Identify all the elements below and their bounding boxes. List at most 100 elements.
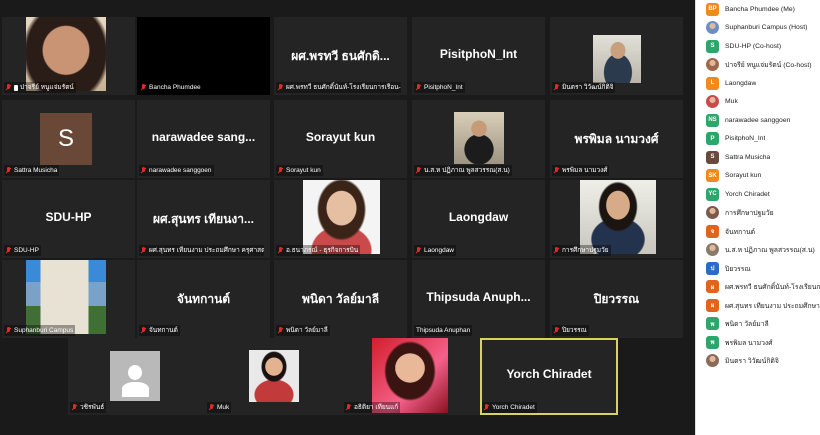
- tile-name-label: พนิดา วัลย์มาลี: [276, 325, 330, 336]
- video-tile[interactable]: จันทกานต์ จันทกานต์: [137, 260, 270, 338]
- tile-name-text: Laongdaw: [424, 247, 454, 254]
- participant-avatar: ป: [706, 261, 719, 275]
- video-tile[interactable]: Bancha Phumdee: [137, 17, 270, 95]
- mic-muted-icon: [554, 84, 559, 91]
- participant-row[interactable]: BP Bancha Phumdee (Me): [696, 0, 820, 19]
- participant-row[interactable]: YC Yorch Chiradet: [696, 185, 820, 204]
- tile-display-name: Sorayut kun: [305, 129, 376, 144]
- tile-name-label: ปาจรีย์ หนูแจ่มรัตน์: [4, 82, 76, 93]
- video-tile[interactable]: Laongdaw Laongdaw: [412, 180, 545, 258]
- participant-row[interactable]: น.ส.ห ปฏิภาณ พูลสวรรณ(ส.น): [696, 241, 820, 260]
- participant-name: Laongdaw: [725, 79, 757, 87]
- video-tile[interactable]: อ.ธนาภรณ์ - ธุรกิจการบิน: [274, 180, 407, 258]
- participant-row[interactable]: จ จันทกานต์: [696, 222, 820, 241]
- video-tile[interactable]: Sorayut kun Sorayut kun: [274, 100, 407, 178]
- tile-name-label: Bancha Phumdee: [139, 82, 203, 93]
- participant-row[interactable]: พ พรพิมล นามวงศ์: [696, 333, 820, 352]
- participant-name: พนิดา วัลย์มาลี: [725, 321, 769, 329]
- tile-name-label: วชิรพันธ์: [70, 402, 107, 413]
- mic-muted-icon: [346, 404, 351, 411]
- video-tile[interactable]: S Sattra Musicha: [2, 100, 135, 178]
- mic-muted-icon: [484, 404, 489, 411]
- tile-display-name: ผศ.สุนทร เทียนงา...: [152, 211, 255, 226]
- participant-row[interactable]: มินตรา วิวัฒน์กิติจิ: [696, 352, 820, 371]
- mic-muted-icon: [6, 327, 11, 334]
- video-tile[interactable]: วชิรพันธ์: [68, 338, 206, 415]
- participant-row[interactable]: ปาจรีย์ หนูแจ่มรัตน์ (Co-host): [696, 56, 820, 75]
- tile-name-label: Suphanburi Campus: [4, 325, 76, 336]
- tile-name-text: Suphanburi Campus: [14, 327, 74, 334]
- mic-muted-icon: [554, 247, 559, 254]
- video-tile[interactable]: มินตรา วิวัฒน์กิติจิ: [550, 17, 683, 95]
- participant-row[interactable]: ผ ผศ.สุนทร เทียนงาม ประถมศึกษา ครุ: [696, 296, 820, 315]
- tile-name-label: ผศ.พรทวี ธนศักดิ์นันท์-โรงเรียนการเรือน-…: [276, 82, 402, 93]
- participant-avatar: S: [706, 39, 719, 53]
- participant-avatar: [706, 206, 719, 220]
- tile-name-label: Thipsuda Anuphan: [414, 325, 473, 336]
- tile-name-text: น.ส.ห ปฏิภาณ พูลสวรรณ(ส.น): [424, 167, 510, 174]
- mic-muted-icon: [416, 247, 421, 254]
- video-tile[interactable]: พนิดา วัลย์มาลี พนิดา วัลย์มาลี: [274, 260, 407, 338]
- participant-avatar: L: [706, 76, 719, 90]
- participant-avatar: NS: [706, 113, 719, 127]
- tile-name-label: ผศ.สุนทร เทียนงาม ประถมศึกษา ครุศาสตร์: [139, 245, 265, 256]
- participant-avatar: S: [706, 150, 719, 164]
- participant-name: Bancha Phumdee (Me): [725, 5, 795, 13]
- participant-row[interactable]: Suphanburi Campus (Host): [696, 19, 820, 38]
- video-tile[interactable]: SDU-HP SDU-HP: [2, 180, 135, 258]
- tile-display-name: ผศ.พรทวี ธนศักดิ...: [291, 48, 390, 63]
- tile-name-text: การศึกษาปฐมวัย: [562, 247, 609, 254]
- participant-name: จันทกานต์: [725, 228, 756, 236]
- tile-name-label: PisitphoN_Int: [414, 82, 465, 93]
- video-tile[interactable]: อธิติยา เทียนแก้: [342, 338, 480, 415]
- mic-muted-icon: [278, 247, 283, 254]
- woman-desk-video: [580, 180, 656, 254]
- video-tile[interactable]: Suphanburi Campus: [2, 260, 135, 338]
- video-tile[interactable]: ปาจรีย์ หนูแจ่มรัตน์: [2, 17, 135, 95]
- video-tile[interactable]: PisitphoN_Int PisitphoN_Int: [412, 17, 545, 95]
- tile-name-label: Sorayut kun: [276, 165, 323, 176]
- participant-name: Suphanburi Campus (Host): [725, 24, 808, 32]
- mic-muted-icon: [141, 84, 146, 91]
- tile-name-text: ผศ.สุนทร เทียนงาม ประถมศึกษา ครุศาสตร์: [149, 247, 265, 254]
- video-tile[interactable]: ผศ.สุนทร เทียนงา... ผศ.สุนทร เทียนงาม ประ…: [137, 180, 270, 258]
- mic-muted-icon: [416, 167, 421, 174]
- mic-muted-icon: [6, 247, 11, 254]
- video-tile[interactable]: Muk: [205, 338, 343, 415]
- mic-muted-icon: [554, 167, 559, 174]
- tile-name-text: Bancha Phumdee: [149, 84, 201, 91]
- video-tile[interactable]: การศึกษาปฐมวัย: [550, 180, 683, 258]
- tile-name-label: ปิยวรรณ: [552, 325, 589, 336]
- participant-row[interactable]: Muk: [696, 93, 820, 112]
- tile-name-text: มินตรา วิวัฒน์กิติจิ: [562, 84, 614, 91]
- video-tile[interactable]: น.ส.ห ปฏิภาณ พูลสวรรณ(ส.น): [412, 100, 545, 178]
- participant-row[interactable]: P PisitphoN_Int: [696, 130, 820, 149]
- participant-row[interactable]: ผ ผศ.พรทวี ธนศักดิ์นันท์-โรงเรียนการ: [696, 278, 820, 297]
- tile-display-name: จันทกานต์: [176, 291, 231, 306]
- tile-name-label: Yorch Chiradet: [482, 402, 537, 413]
- participant-row[interactable]: การศึกษาปฐมวัย: [696, 204, 820, 223]
- participant-avatar: [706, 243, 719, 257]
- tile-display-name: พรพิมล นามวงศ์: [574, 131, 659, 146]
- participant-row[interactable]: S Sattra Musicha: [696, 148, 820, 167]
- participant-row[interactable]: SK Sorayut kun: [696, 167, 820, 186]
- tile-name-label: จันทกานต์: [139, 325, 180, 336]
- tile-name-text: ปิยวรรณ: [562, 327, 587, 334]
- video-tile[interactable]: narawadee sang... narawadee sanggoen: [137, 100, 270, 178]
- participant-name: Yorch Chiradet: [725, 190, 770, 198]
- participant-row[interactable]: S SDU-HP (Co-host): [696, 37, 820, 56]
- participant-name: ผศ.สุนทร เทียนงาม ประถมศึกษา ครุ: [725, 302, 820, 310]
- mic-muted-icon: [6, 84, 11, 91]
- participant-row[interactable]: NS narawadee sanggoen: [696, 111, 820, 130]
- video-tile[interactable]: ปิยวรรณ ปิยวรรณ: [550, 260, 683, 338]
- participant-row[interactable]: ป ปิยวรรณ: [696, 259, 820, 278]
- mic-muted-icon: [141, 167, 146, 174]
- participant-row[interactable]: L Laongdaw: [696, 74, 820, 93]
- video-tile[interactable]: พรพิมล นามวงศ์ พรพิมล นามวงศ์: [550, 100, 683, 178]
- participant-row[interactable]: พ พนิดา วัลย์มาลี: [696, 315, 820, 334]
- video-tile[interactable]: ผศ.พรทวี ธนศักดิ... ผศ.พรทวี ธนศักดิ์นันท…: [274, 17, 407, 95]
- video-tile[interactable]: Thipsuda Anuph... Thipsuda Anuphan: [412, 260, 545, 338]
- tile-display-name: Laongdaw: [448, 209, 509, 224]
- video-tile[interactable]: Yorch Chiradet Yorch Chiradet: [480, 338, 618, 415]
- tile-name-label: Muk: [207, 402, 232, 413]
